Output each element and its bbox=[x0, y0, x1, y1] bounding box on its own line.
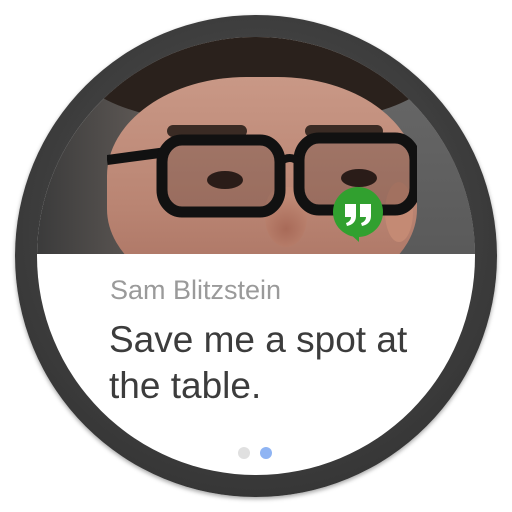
page-indicator bbox=[238, 447, 272, 459]
sender-name: Sam Blitzstein bbox=[110, 275, 282, 305]
sender-photo bbox=[37, 37, 475, 254]
notification-card[interactable]: Sam Blitzstein Save me a spot at the tab… bbox=[37, 37, 475, 475]
page-dot-2-active[interactable] bbox=[260, 447, 272, 459]
hangouts-quote-icon bbox=[333, 187, 383, 242]
watch-face: Sam Blitzstein Save me a spot at the tab… bbox=[0, 0, 512, 512]
page-dot-1[interactable] bbox=[238, 447, 250, 459]
message-text: Save me a spot at the table. bbox=[109, 319, 408, 406]
